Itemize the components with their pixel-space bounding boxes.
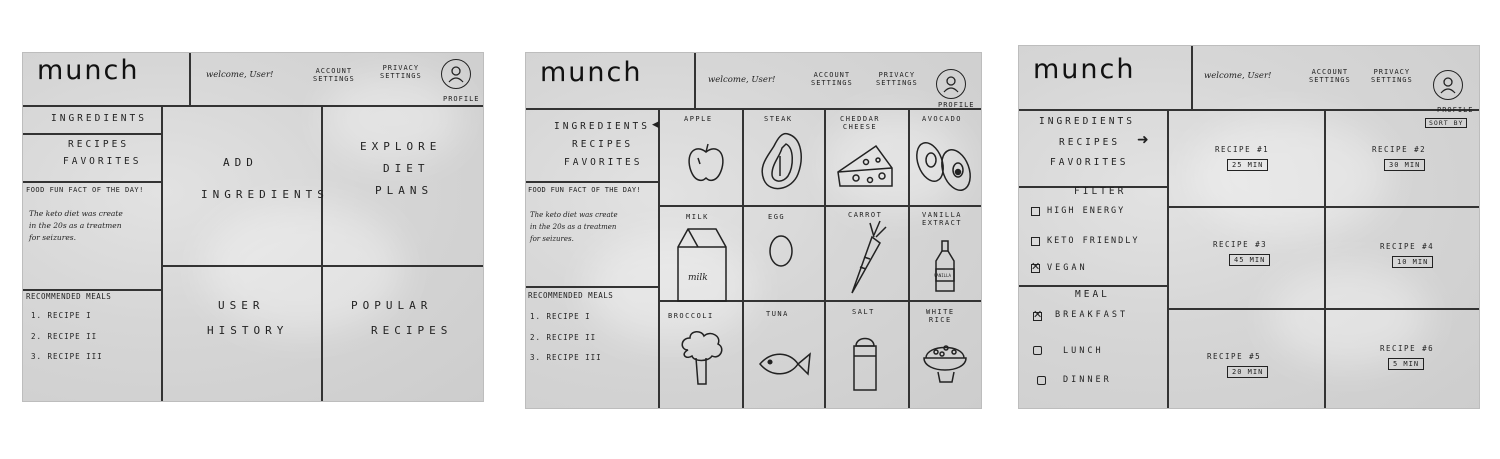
egg-icon: [769, 235, 793, 267]
fun-fact-line-3: for seizures.: [530, 235, 574, 243]
ingredient-white-rice[interactable]: WHITE RICE: [910, 302, 981, 406]
vanilla-bottle-label: VANILLA: [934, 273, 951, 278]
meal-dinner-checkbox[interactable]: [1037, 376, 1046, 385]
recommended-heading: RECOMMENDED MEALS: [26, 292, 112, 301]
recommended-item-2[interactable]: 2. RECIPE II: [31, 332, 97, 341]
privacy-settings-link[interactable]: PRIVACY SETTINGS: [380, 64, 422, 80]
explore-diet-plans-tile[interactable]: EXPLORE DIET PLANS: [323, 107, 483, 264]
profile-avatar-icon[interactable]: [441, 59, 471, 89]
recommended-item-3[interactable]: 3. RECIPE III: [31, 352, 103, 361]
ingredient-broccoli[interactable]: BROCCOLI: [660, 302, 741, 406]
user-history-tile[interactable]: USER HISTORY: [163, 267, 320, 401]
profile-label[interactable]: PROFILE: [938, 101, 975, 109]
recommended-heading: RECOMMENDED MEALS: [528, 291, 614, 300]
ingredient-apple[interactable]: APPLE: [660, 110, 741, 204]
account-settings-link[interactable]: ACCOUNT SETTINGS: [313, 67, 355, 83]
fun-fact-heading: FOOD FUN FACT OF THE DAY!: [26, 186, 144, 194]
filter-vegan-checkbox[interactable]: [1031, 260, 1040, 273]
welcome-text: welcome, User!: [1204, 71, 1272, 81]
recipe-card[interactable]: RECIPE #4 10 MIN: [1326, 208, 1479, 307]
selected-arrow-icon: ➜: [1137, 132, 1149, 148]
recommended-item-1[interactable]: 1. RECIPE I: [530, 312, 591, 321]
add-ingredients-tile[interactable]: ADD INGREDIENTS: [163, 107, 324, 264]
ingredient-cheddar-cheese[interactable]: CHEDDAR CHEESE: [826, 110, 907, 204]
apple-icon: [688, 143, 724, 182]
brand-logo[interactable]: munch: [540, 57, 642, 88]
milk-carton-label: milk: [688, 273, 708, 283]
account-settings-link[interactable]: ACCOUNT SETTINGS: [1309, 68, 1351, 84]
ingredient-milk[interactable]: MILK milk: [660, 207, 741, 302]
recommended-item-3[interactable]: 3. RECIPE III: [530, 353, 602, 362]
sidebar-item-recipes[interactable]: RECIPES: [572, 139, 633, 150]
ingredient-steak[interactable]: STEAK: [744, 110, 824, 204]
fish-icon: [759, 352, 811, 376]
brand-logo[interactable]: munch: [37, 55, 139, 86]
home-screen-sketch: munch welcome, User! ACCOUNT SETTINGS PR…: [22, 52, 484, 402]
ingredient-vanilla-extract[interactable]: VANILLA EXTRACT VANILLA: [910, 207, 981, 299]
fun-fact-line-2: in the 20s as a treatmen: [530, 223, 617, 231]
recipe-card[interactable]: RECIPE #5 20 MIN: [1169, 310, 1323, 408]
rice-icon: [923, 345, 967, 383]
sidebar-item-favorites[interactable]: FAVORITES: [63, 156, 141, 167]
privacy-settings-link[interactable]: PRIVACY SETTINGS: [876, 71, 918, 87]
ingredient-carrot[interactable]: CARROT: [826, 207, 907, 299]
filter-heading: FILTER: [1074, 186, 1127, 197]
fun-fact-line-2: in the 20s as a treatmen: [29, 221, 122, 230]
sidebar-item-recipes[interactable]: RECIPES: [1059, 137, 1120, 148]
salt-icon: [853, 337, 877, 391]
ingredient-tuna[interactable]: TUNA: [744, 302, 824, 406]
meal-lunch-label[interactable]: LUNCH: [1063, 346, 1104, 356]
filter-high-energy-checkbox[interactable]: [1031, 207, 1040, 216]
filter-vegan-label[interactable]: VEGAN: [1047, 263, 1088, 273]
recipe-card[interactable]: RECIPE #2 30 MIN: [1326, 111, 1479, 205]
recipe-card[interactable]: RECIPE #3 45 MIN: [1169, 208, 1323, 307]
privacy-settings-link[interactable]: PRIVACY SETTINGS: [1371, 68, 1413, 84]
profile-label[interactable]: PROFILE: [443, 95, 480, 103]
sidebar-item-ingredients[interactable]: INGREDIENTS: [1039, 116, 1135, 127]
sidebar-item-favorites[interactable]: FAVORITES: [564, 157, 642, 168]
sidebar-item-ingredients[interactable]: INGREDIENTS: [554, 121, 650, 132]
recipes-screen-sketch: munch welcome, User! ACCOUNT SETTINGS PR…: [1018, 45, 1480, 409]
welcome-text: welcome, User!: [708, 75, 776, 85]
profile-avatar-icon[interactable]: [1433, 70, 1463, 100]
milk-icon: [677, 228, 727, 302]
broccoli-icon: [681, 331, 723, 385]
ingredients-screen-sketch: munch welcome, User! ACCOUNT SETTINGS PR…: [525, 52, 982, 409]
popular-recipes-tile[interactable]: POPULAR RECIPES: [323, 267, 483, 401]
sidebar-item-ingredients[interactable]: INGREDIENTS: [51, 113, 147, 124]
filter-keto-friendly-checkbox[interactable]: [1031, 237, 1040, 246]
fun-fact-line-1: The keto diet was create: [29, 209, 123, 218]
fun-fact-line-1: The keto diet was create: [530, 211, 618, 219]
recommended-item-2[interactable]: 2. RECIPE II: [530, 333, 596, 342]
meal-breakfast-checkbox[interactable]: [1033, 308, 1042, 321]
recipe-card[interactable]: RECIPE #6 5 MIN: [1326, 310, 1479, 408]
vanilla-icon: [935, 240, 955, 292]
carrot-icon: [851, 220, 887, 294]
account-settings-link[interactable]: ACCOUNT SETTINGS: [811, 71, 853, 87]
meal-heading: MEAL: [1075, 289, 1110, 300]
ingredient-salt[interactable]: SALT: [826, 302, 907, 406]
meal-breakfast-label[interactable]: BREAKFAST: [1055, 310, 1128, 320]
welcome-text: welcome, User!: [206, 70, 274, 80]
brand-logo[interactable]: munch: [1033, 54, 1135, 85]
fun-fact-heading: FOOD FUN FACT OF THE DAY!: [528, 186, 641, 194]
ingredient-egg[interactable]: EGG: [744, 207, 824, 299]
fun-fact-line-3: for seizures.: [29, 233, 76, 242]
recipe-card[interactable]: RECIPE #1 25 MIN: [1169, 111, 1323, 205]
sidebar-item-recipes[interactable]: RECIPES: [68, 139, 129, 150]
filter-high-energy-label[interactable]: HIGH ENERGY: [1047, 206, 1125, 216]
filter-keto-friendly-label[interactable]: KETO FRIENDLY: [1047, 236, 1140, 246]
sidebar-item-favorites[interactable]: FAVORITES: [1050, 157, 1128, 168]
cheese-icon: [837, 144, 893, 187]
selected-arrow-icon: ◀: [652, 120, 659, 130]
ingredient-avocado[interactable]: AVOCADO: [910, 110, 981, 204]
steak-icon: [761, 132, 802, 190]
profile-avatar-icon[interactable]: [936, 69, 966, 99]
avocado-icon: [916, 142, 971, 191]
meal-lunch-checkbox[interactable]: [1033, 346, 1042, 355]
recommended-item-1[interactable]: 1. RECIPE I: [31, 311, 92, 320]
meal-dinner-label[interactable]: DINNER: [1063, 375, 1112, 385]
